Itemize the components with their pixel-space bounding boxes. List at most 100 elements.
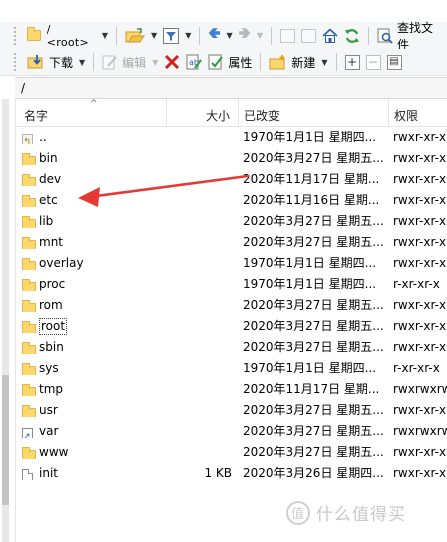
file-permissions: rwxr-xr-x [393,130,447,144]
refresh-button[interactable] [341,25,363,47]
file-permissions: rwxr-xr-x [393,214,447,228]
chevron-down-icon[interactable]: ▼ [79,58,85,67]
file-size [166,379,232,400]
forward-button[interactable]: 🢂 ▼ [236,24,266,47]
file-row[interactable]: etc 2020年11月16日 星期... rwxr-xr-x [16,190,447,211]
delete-icon [164,54,180,70]
file-name-text: rom [39,298,63,312]
file-name: mnt [39,232,179,253]
folder-icon-glyph [22,153,36,165]
file-size [166,358,232,379]
open-folder-button[interactable]: ▼ [122,25,160,47]
download-button[interactable]: 下载 ▼ [24,51,88,73]
column-divider[interactable] [238,99,239,127]
file-permissions: rwxrwxrw [393,382,447,396]
file-modified: 2020年3月27日 星期五... [243,151,384,165]
file-row[interactable]: tmp 2020年11月17日 星期... rwxrwxrw [16,379,447,400]
file-name: lib [39,211,179,232]
toolbar-grip[interactable] [14,53,18,71]
file-permissions: r-xr-xr-x [393,277,440,291]
chevron-down-icon[interactable]: ▼ [257,31,263,40]
file-rows: .. 1970年1月1日 星期四... rwxr-xr-x bin 2020年3月27日… [16,127,447,484]
chevron-down-icon[interactable]: ▼ [102,31,108,40]
toolbar-separator [270,26,272,45]
column-header-size[interactable]: 大小 [206,107,230,124]
folder-icon [26,27,41,41]
file-row[interactable]: bin 2020年3月27日 星期五... rwxr-xr-x [16,148,447,169]
invert-selection-button[interactable]: ▤ [384,51,405,73]
folder-icon [22,216,36,228]
path-combo[interactable]: / <root> ▼ [24,23,111,49]
file-row[interactable]: www 2020年3月27日 星期五... rwxr-xr-x [16,442,447,463]
chevron-down-icon[interactable]: ▼ [152,58,158,67]
file-name-text: sbin [39,340,64,354]
file-name: sbin [39,337,179,358]
chevron-down-icon[interactable]: ▼ [185,31,191,40]
file-row[interactable]: init 1 KB 2020年3月26日 星期四... rwxr-xr-x [16,463,447,484]
file-row[interactable]: lib 2020年3月27日 星期五... rwxr-xr-x [16,211,447,232]
deselect-button[interactable]: − [363,51,384,73]
back-button[interactable]: 🢀 ▼ [205,24,235,47]
download-icon [27,54,45,70]
folder-icon-glyph [22,258,36,270]
file-row[interactable]: usr 2020年3月27日 星期五... rwxr-xr-x [16,400,447,421]
file-name-text: overlay [39,256,84,270]
file-name-text: .. [39,130,47,144]
left-panel-scrollbar[interactable] [0,99,10,542]
file-name-text: var [39,424,59,438]
file-row[interactable]: .. 1970年1月1日 星期四... rwxr-xr-x [16,127,447,148]
file-name: usr [39,400,179,421]
toolbar-separator [199,26,201,45]
file-size [166,232,232,253]
toolbar-grip[interactable] [14,26,18,45]
find-files-button[interactable]: 查找文件 [374,21,447,52]
properties-button[interactable]: 属性 [205,51,255,73]
link-icon-glyph [22,427,33,438]
chevron-down-icon[interactable]: ▼ [227,31,233,40]
folder-icon-glyph [22,405,36,417]
parent-dir-button[interactable] [277,25,298,47]
folder-icon-glyph [22,342,36,354]
column-header-modified[interactable]: 已改变 [244,107,280,124]
chevron-down-icon[interactable]: ▼ [321,58,327,67]
file-row[interactable]: root 2020年3月27日 星期五... rwxr-xr-x [16,316,447,337]
watermark-logo-icon: 值 [286,500,310,525]
file-row[interactable]: proc 1970年1月1日 星期四... r-xr-xr-x [16,274,447,295]
file-modified: 2020年11月17日 星期... [243,172,380,186]
file-row[interactable]: sys 1970年1月1日 星期四... r-xr-xr-x [16,358,447,379]
file-modified: 2020年3月27日 星期五... [243,235,384,249]
chevron-down-icon[interactable]: ▼ [151,31,157,40]
toolbar-separator [116,26,118,45]
file-row[interactable]: overlay 1970年1月1日 星期四... rwxr-xr-x [16,253,447,274]
filter-button[interactable]: ▼ [160,25,194,47]
new-label: 新建 [291,55,316,70]
file-name-text: mnt [39,235,63,249]
file-row[interactable]: var 2020年3月27日 星期五... rwxrwxrwx [16,421,447,442]
file-size [166,169,232,190]
edit-button[interactable]: 编辑 ▼ [99,51,161,73]
column-divider[interactable] [388,99,389,127]
home-button[interactable] [319,25,341,47]
column-divider[interactable] [166,99,167,127]
rename-button[interactable]: ab [183,51,205,73]
file-name: etc [39,190,179,211]
properties-icon [208,54,224,70]
navigation-toolbar: / <root> ▼ ▼ ▼ 🢀 ▼ 🢂 ▼ 查找文件 [0,21,447,52]
new-button[interactable]: 新建 ▼ [266,51,330,73]
column-header-permissions[interactable]: 权限 [394,107,418,124]
file-size [166,400,232,421]
file-permissions: rwxr-xr-x [393,256,447,270]
home-icon [322,27,338,44]
root-dir-button[interactable] [298,25,319,47]
select-all-button[interactable]: + [342,51,363,73]
delete-button[interactable] [161,51,183,73]
file-row[interactable]: rom 2020年3月27日 星期五... rwxr-xr-x [16,295,447,316]
file-row[interactable]: dev 2020年11月17日 星期... rwxr-xr-x [16,169,447,190]
folder-icon [22,363,36,375]
forward-arrow-icon: 🢂 [238,24,251,42]
file-row[interactable]: sbin 2020年3月27日 星期五... rwxr-xr-x [16,337,447,358]
current-path-bar[interactable]: / [15,77,447,99]
column-header-name[interactable]: 名字 [24,107,48,124]
scrollbar-thumb[interactable] [2,375,9,505]
file-row[interactable]: mnt 2020年3月27日 星期五... rwxr-xr-x [16,232,447,253]
